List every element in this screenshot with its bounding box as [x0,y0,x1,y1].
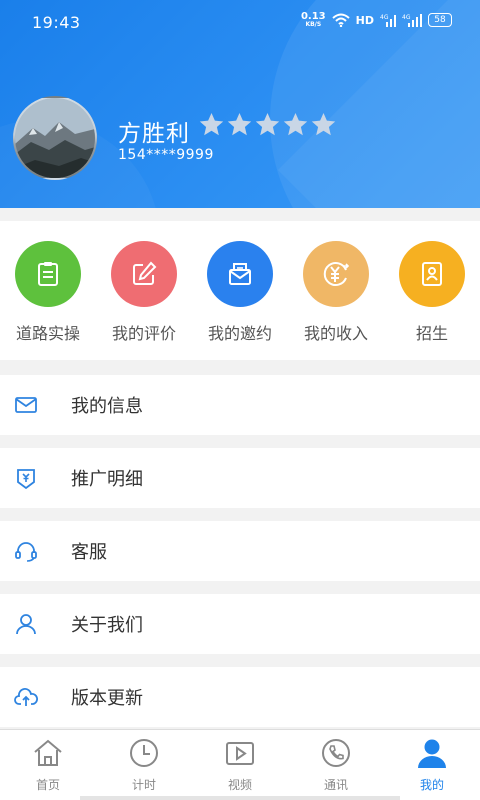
quick-action-enrollment[interactable]: 招生 [384,241,480,344]
tab-label: 视频 [227,778,252,792]
hd-indicator: HD [355,13,374,27]
quick-action-my-reviews[interactable]: 我的评价 [96,241,192,344]
menu-item-customer-service[interactable]: 客服 [0,521,480,581]
quick-action-road-practice[interactable]: 道路实操 [0,241,96,344]
star-icon [311,113,336,136]
avatar[interactable] [13,96,97,180]
signal-label: 4G [402,14,411,21]
menu-item-label: 我的信息 [71,396,143,417]
battery-level: 58 [434,14,446,25]
quick-action-label: 我的邀约 [207,324,272,343]
clock-icon [130,739,158,767]
tab-label: 我的 [419,778,444,792]
signal-label: 4G [380,14,389,21]
user-icon [16,614,36,635]
status-time: 19:43 [32,13,81,32]
edit-icon [111,241,177,307]
wifi-icon [331,13,350,27]
headset-icon [15,542,37,562]
tab-label: 首页 [35,778,60,792]
star-icon [199,113,224,136]
star-icon [283,113,308,136]
quick-action-my-invitations[interactable]: 我的邀约 [192,241,288,344]
id-card-icon [399,241,465,307]
phone-icon [322,739,350,767]
user-name: 方胜利 [118,121,190,147]
yuan-icon [303,241,369,307]
bottom-tab-bar: 首页 计时 视频 通讯 我的 [0,729,480,800]
network-speed: 0.13 KB/S [301,12,326,28]
menu-item-about-us[interactable]: 关于我们 [0,594,480,654]
tab-home[interactable]: 首页 [0,736,96,793]
home-indicator [80,796,400,800]
battery-icon: 58 [428,13,452,27]
profile-icon [418,739,446,768]
profile-header: 19:43 0.13 KB/S HD 4G 4G 58 方胜利 154****9… [0,0,480,208]
tab-video[interactable]: 视频 [192,736,288,793]
network-speed-unit: KB/S [305,21,322,28]
quick-action-label: 招生 [415,324,448,343]
clipboard-icon [15,241,81,307]
star-icon [227,113,252,136]
mail-icon [15,397,37,413]
tab-timing[interactable]: 计时 [96,736,192,793]
envelope-icon [207,241,273,307]
tab-contacts[interactable]: 通讯 [288,736,384,793]
quick-action-label: 我的收入 [303,324,368,343]
rating-stars [198,111,337,138]
user-phone: 154****9999 [118,147,214,163]
menu-item-label: 关于我们 [71,615,143,636]
menu-item-version-update[interactable]: 版本更新 [0,667,480,727]
signal-icon: 4G [402,14,422,27]
tab-label: 通讯 [323,778,348,792]
status-bar: 19:43 0.13 KB/S HD 4G 4G 58 [0,0,480,46]
mountain-photo [15,98,95,178]
promotion-icon [17,469,35,490]
tab-mine[interactable]: 我的 [384,736,480,793]
menu-item-promotion-details[interactable]: 推广明细 [0,448,480,508]
quick-action-label: 我的评价 [111,324,176,343]
menu-item-label: 推广明细 [71,469,143,490]
cloud-upload-icon [14,688,38,706]
quick-action-my-income[interactable]: 我的收入 [288,241,384,344]
home-icon [34,739,62,766]
menu-item-label: 版本更新 [71,688,143,709]
menu-item-label: 客服 [71,542,107,563]
star-icon [255,113,280,136]
status-indicators: 0.13 KB/S HD 4G 4G 58 [301,12,452,28]
menu-item-my-info[interactable]: 我的信息 [0,375,480,435]
quick-action-label: 道路实操 [15,324,80,343]
quick-actions: 道路实操 我的评价 我的邀约 我的收入 招生 [0,221,480,360]
signal-icon: 4G [380,14,396,27]
tab-label: 计时 [131,778,156,792]
video-icon [226,742,254,765]
